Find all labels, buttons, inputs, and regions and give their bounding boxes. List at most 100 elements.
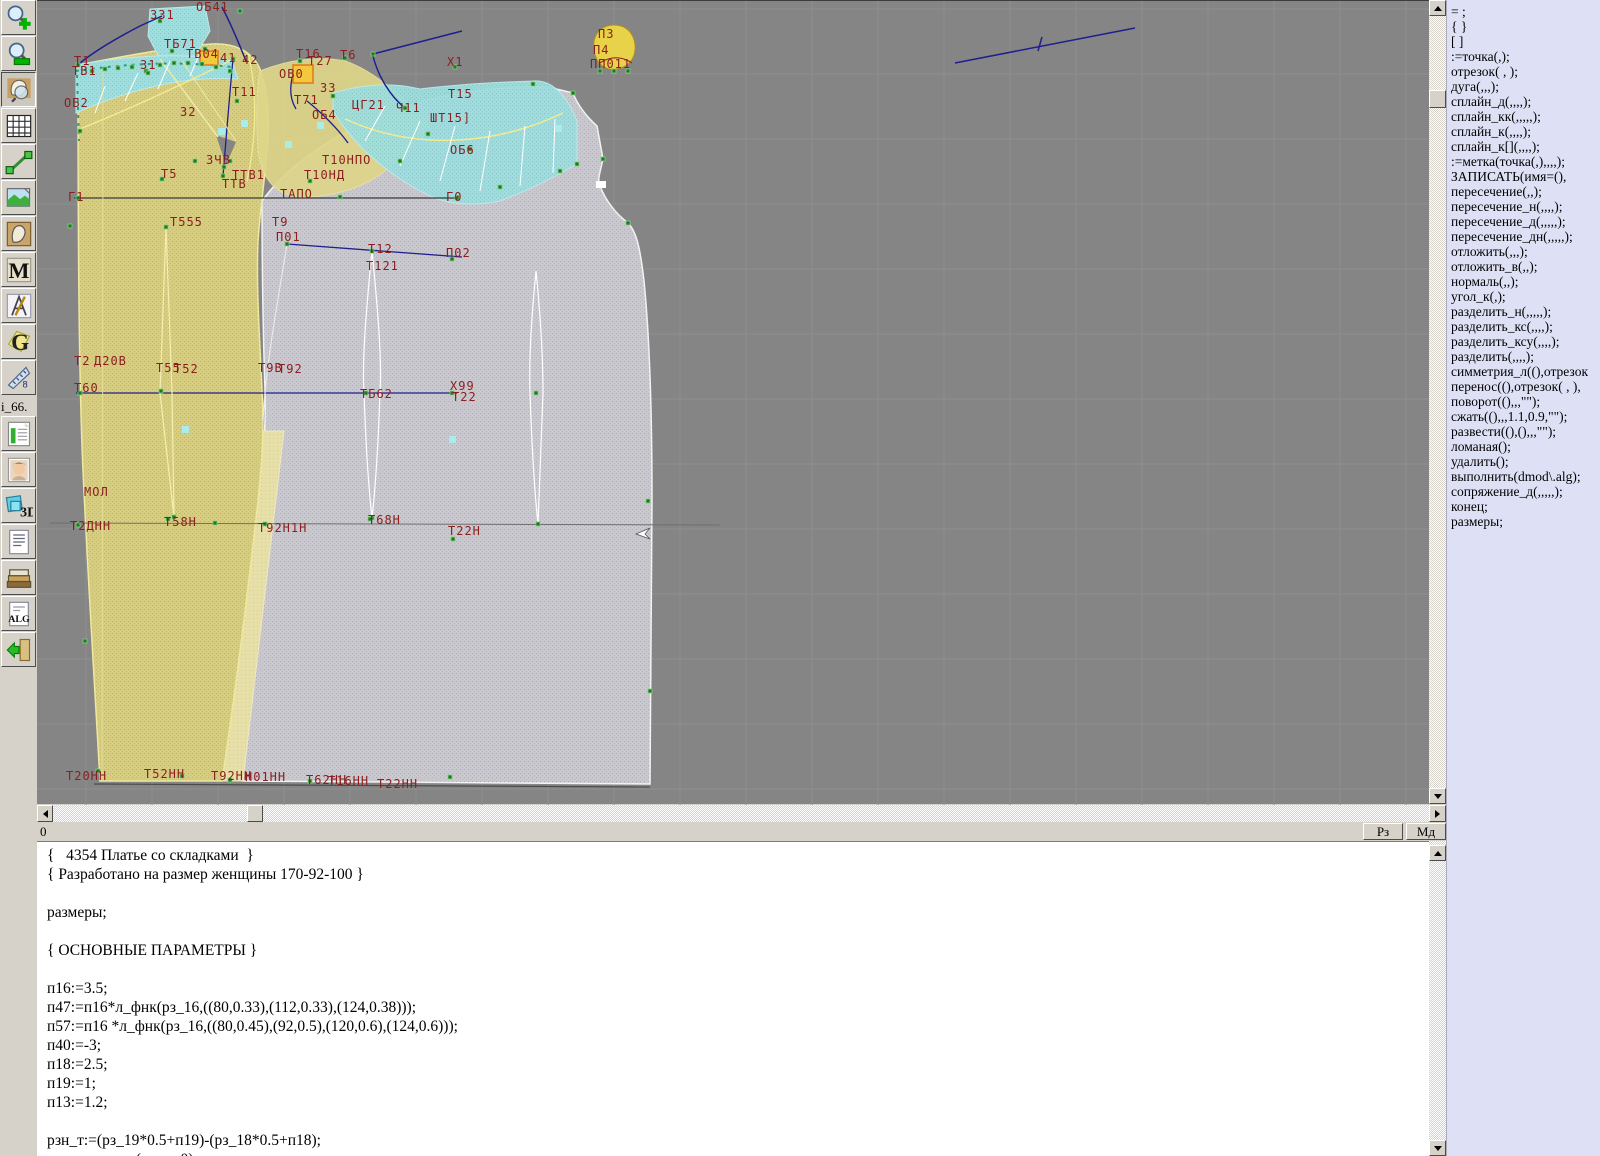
canvas-scroll-left-icon[interactable] (37, 805, 53, 822)
segment-button[interactable] (1, 144, 36, 179)
model-photo-button[interactable] (1, 452, 36, 487)
command-item[interactable]: = ; (1451, 4, 1600, 19)
algorithm-button[interactable]: ALG (1, 596, 36, 631)
piece-zoom-button[interactable] (1, 72, 36, 107)
size-table-button[interactable] (1, 416, 36, 451)
point-label: ТТВ (222, 177, 247, 191)
point-label: Т12 (368, 242, 393, 256)
point-label: ТВ04 (186, 47, 219, 61)
command-item[interactable]: сплайн_д(,,,,); (1451, 94, 1600, 109)
command-item[interactable]: сплайн_кк(,,,,,); (1451, 109, 1600, 124)
command-item[interactable]: пересечение_н(,,,,); (1451, 199, 1600, 214)
exit-icon (5, 636, 33, 664)
command-item[interactable]: разделить(,,,,); (1451, 349, 1600, 364)
command-item[interactable]: ЗАПИСАТЬ(имя=(), (1451, 169, 1600, 184)
ruler-button[interactable]: 8 (1, 360, 36, 395)
svg-text:ALG: ALG (8, 614, 30, 625)
zoom-in-button[interactable] (1, 0, 36, 35)
canvas-scroll-right-icon[interactable] (1429, 805, 1446, 822)
command-item[interactable]: выполнить(dmod\.alg); (1451, 469, 1600, 484)
point-label: Х1 (447, 55, 463, 69)
view-3d-button[interactable]: 3D (1, 488, 36, 523)
editor-vscroll-track[interactable] (1429, 841, 1446, 1156)
command-item[interactable]: нормаль(,,); (1451, 274, 1600, 289)
command-item[interactable]: [ ] (1451, 34, 1600, 49)
md-button[interactable]: Мд (1406, 823, 1446, 840)
image-button[interactable] (1, 180, 36, 215)
command-item[interactable]: :=точка(,); (1451, 49, 1600, 64)
command-item[interactable]: отложить(,,,); (1451, 244, 1600, 259)
command-item[interactable]: разделить_кс(,,,,); (1451, 319, 1600, 334)
command-item[interactable]: перенос((),отрезок( , ), (1451, 379, 1600, 394)
command-item[interactable]: конец; (1451, 499, 1600, 514)
construction-point (536, 522, 540, 526)
construction-point (238, 9, 242, 13)
command-item[interactable]: ломаная(); (1451, 439, 1600, 454)
command-item[interactable]: сопряжение_д(,,,,,); (1451, 484, 1600, 499)
command-item[interactable]: сплайн_к(,,,,); (1451, 124, 1600, 139)
point-label: Т2ДНН (70, 519, 111, 533)
algorithm-editor[interactable]: { 4354 Платье со складками } { Разработа… (37, 841, 1429, 1156)
pattern-canvas[interactable]: Т1ТВ131ОБ2ТБ71331ОБ41ТВ044142Т16Т27Т6Х1О… (37, 0, 1429, 804)
text-doc-button[interactable] (1, 524, 36, 559)
snap-marker (555, 125, 562, 132)
canvas-scroll-down-icon[interactable] (1429, 788, 1446, 804)
command-item[interactable]: пересечение_дн(,,,,,); (1451, 229, 1600, 244)
command-panel: = ;{ }[ ]:=точка(,);отрезок( , );дуга(,,… (1446, 0, 1600, 1156)
command-item[interactable]: разделить_ксу(,,,,); (1451, 334, 1600, 349)
command-item[interactable]: :=метка(точка(,),,,,); (1451, 154, 1600, 169)
grid-button[interactable] (1, 108, 36, 143)
command-item[interactable]: дуга(,,,); (1451, 79, 1600, 94)
drafting-button[interactable] (1, 288, 36, 323)
exit-button[interactable] (1, 632, 36, 667)
command-item[interactable]: пересечение_д(,,,,,); (1451, 214, 1600, 229)
point-label: ШТ15] (430, 111, 471, 125)
command-item[interactable]: сжать((),,,1.1,0.9,""); (1451, 409, 1600, 424)
canvas-scroll-up-icon[interactable] (1429, 0, 1446, 16)
point-label: Т68Н (368, 513, 401, 527)
point-label: ТВ1 (72, 64, 97, 78)
point-label: Д20В (94, 354, 127, 368)
grid-icon (5, 112, 33, 140)
point-label: ТАПО (280, 187, 313, 201)
command-item[interactable]: развести((),(),,,""); (1451, 424, 1600, 439)
point-label: Т60 (74, 381, 99, 395)
construction-point (426, 132, 430, 136)
construction-point (646, 499, 650, 503)
canvas-hscroll-track[interactable] (37, 805, 1429, 822)
command-item[interactable]: разделить_н(,,,,,); (1451, 304, 1600, 319)
pattern-piece-icon (5, 220, 33, 248)
construction-point (213, 521, 217, 525)
command-item[interactable]: удалить(); (1451, 454, 1600, 469)
construction-point (159, 389, 163, 393)
letter-g-icon: G (5, 328, 33, 356)
zoom-out-icon (5, 40, 33, 68)
point-label: МОЛ (84, 485, 109, 499)
command-item[interactable]: отложить_в(,,); (1451, 259, 1600, 274)
pattern-piece-button[interactable] (1, 216, 36, 251)
zoom-out-button[interactable] (1, 36, 36, 71)
canvas-vscroll-track[interactable] (1429, 0, 1446, 804)
svg-text:3D: 3D (20, 505, 33, 520)
command-item[interactable]: сплайн_к[](,,,,); (1451, 139, 1600, 154)
command-item[interactable]: пересечение(,,); (1451, 184, 1600, 199)
m-module-button[interactable]: M (1, 252, 36, 287)
editor-scroll-up-icon[interactable] (1429, 845, 1446, 861)
command-item[interactable]: поворот((),,,""); (1451, 394, 1600, 409)
editor-scroll-down-icon[interactable] (1429, 1140, 1446, 1156)
point-label: Т5 (161, 167, 177, 181)
library-button[interactable] (1, 560, 36, 595)
canvas-hscroll-thumb[interactable] (247, 805, 263, 822)
notch-mark (596, 181, 606, 188)
rz-button[interactable]: Рз (1363, 823, 1403, 840)
point-label: Т11 (232, 85, 257, 99)
point-label: Т92 (278, 362, 303, 376)
command-item[interactable]: угол_к(,); (1451, 289, 1600, 304)
g-module-button[interactable]: G (1, 324, 36, 359)
construction-point (235, 99, 239, 103)
canvas-vscroll-thumb[interactable] (1429, 90, 1446, 108)
command-item[interactable]: отрезок( , ); (1451, 64, 1600, 79)
command-item[interactable]: симметрия_л((),отрезок (1451, 364, 1600, 379)
command-item[interactable]: { } (1451, 19, 1600, 34)
command-item[interactable]: размеры; (1451, 514, 1600, 529)
